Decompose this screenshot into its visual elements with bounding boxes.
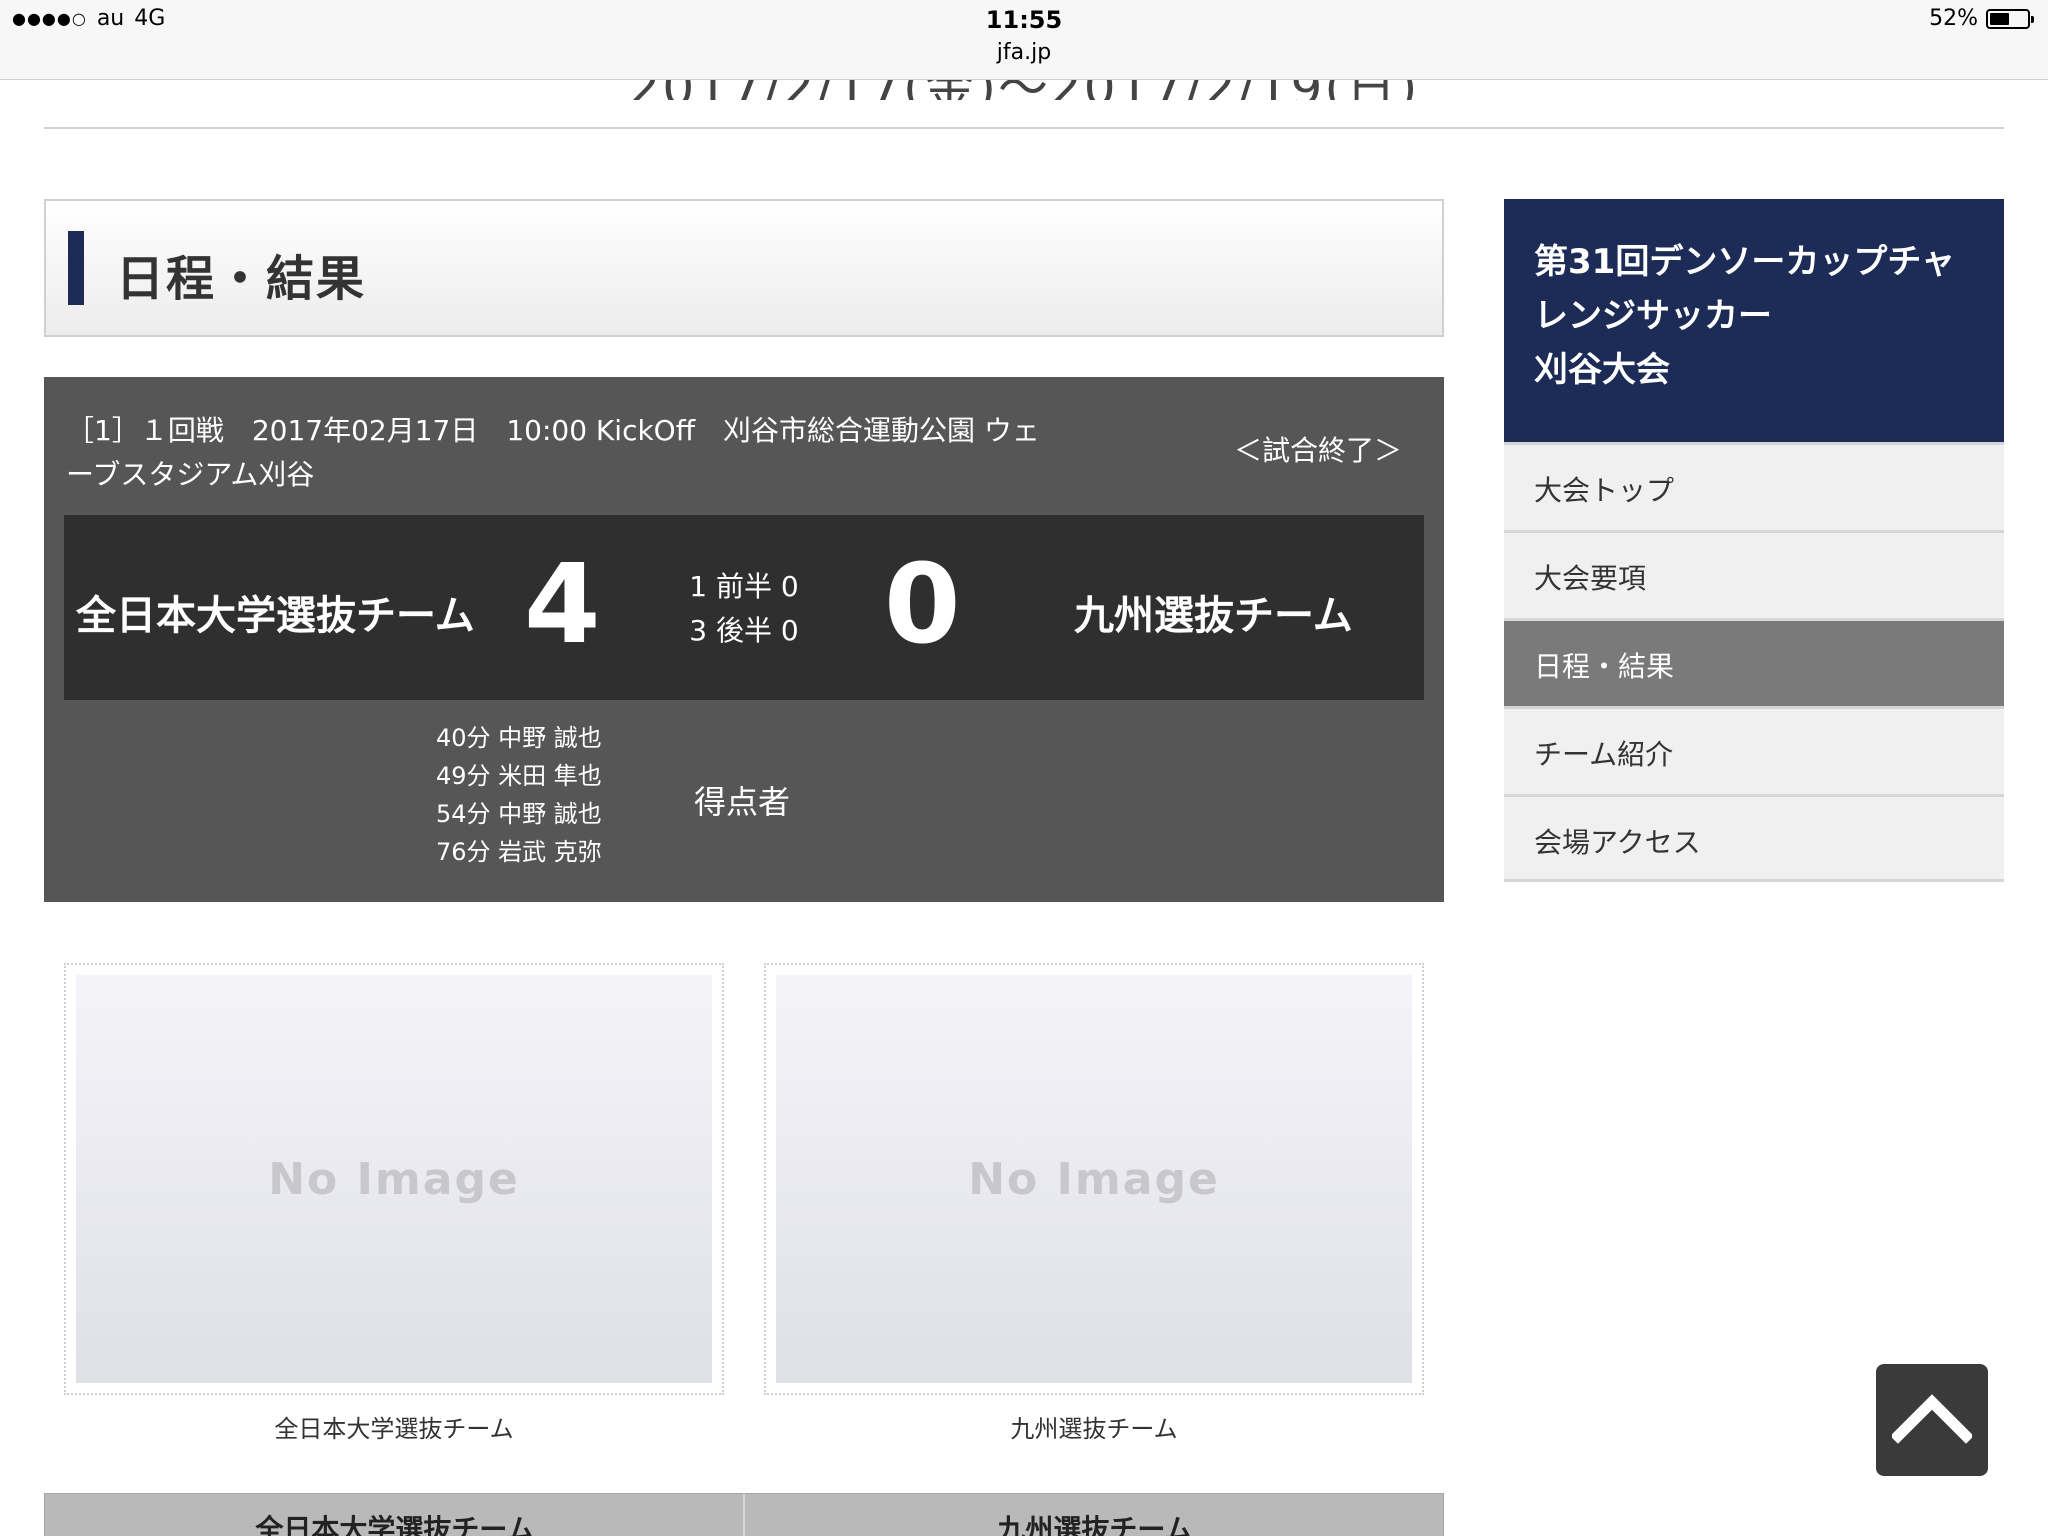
no-image-placeholder: No Image [76,975,712,1383]
team-image-caption: 九州選抜チーム [1010,1415,1178,1443]
away-score: 0 [884,540,961,668]
address-bar-url[interactable]: jfa.jp [0,40,2048,65]
match-panel: ［1］１回戦 2017年02月17日 10:00 KickOff 刈谷市総合運動… [44,377,1444,902]
lineup-table-header: 全日本大学選抜チーム 九州選抜チーム [44,1493,1444,1536]
scorers-label: 得点者 [694,783,791,821]
battery-percent: 52% [1929,6,1978,31]
tournament-title-line: レンジサッカー [1534,296,1772,336]
divider [44,127,2004,129]
heading-accent-bar [68,231,84,305]
page-heading-box: 日程・結果 [44,199,1444,337]
scorer-entry: 54分 中野 誠也 [436,800,602,828]
page-title: 日程・結果 [116,251,367,307]
clock: 11:55 [985,6,1063,34]
tournament-title[interactable]: 第31回デンソーカップチャ レンジサッカー 刈谷大会 [1504,199,2004,442]
tournament-title-line: 第31回デンソーカップチャ [1534,242,1955,282]
first-half-score: 1 前半 0 [689,570,799,603]
sidebar-item-top[interactable]: 大会トップ [1504,442,2004,530]
scorer-entry: 76分 岩武 克弥 [436,838,602,866]
match-status: ＜試合終了＞ [1233,434,1402,467]
date-strip: 2017/2/17(金)～2017/2/19(日) [0,80,2048,100]
sidebar-item-schedule-results[interactable]: 日程・結果 [1504,618,2004,706]
sidebar-item-teams[interactable]: チーム紹介 [1504,706,2004,794]
no-image-placeholder: No Image [776,975,1412,1383]
battery-fill [1990,12,2009,25]
status-right: 52% [1929,6,2034,31]
lineup-header-away: 九州選抜チーム [997,1513,1193,1536]
second-half-score: 3 後半 0 [689,614,799,647]
half-scores: 1 前半 0 3 後半 0 [664,565,824,653]
back-to-top-button[interactable] [1876,1364,1988,1476]
sidebar-nav: 大会トップ 大会要項 日程・結果 チーム紹介 会場アクセス [1504,442,2004,882]
away-team-name[interactable]: 九州選抜チーム [1074,583,1353,641]
match-info: ［1］１回戦 2017年02月17日 10:00 KickOff 刈谷市総合運動… [66,414,1040,491]
scorer-entry: 40分 中野 誠也 [436,724,602,752]
tournament-dates: 2017/2/17(金)～2017/2/19(日) [0,80,2048,100]
home-score: 4 [524,540,601,668]
home-scorers: 40分 中野 誠也 49分 米田 隼也 54分 中野 誠也 76分 岩武 克弥 [436,719,602,871]
battery-icon [1986,8,2034,29]
home-team-card: No Image 全日本大学選抜チーム [64,963,724,1444]
lineup-header-home: 全日本大学選抜チーム [255,1513,535,1536]
chevron-up-icon [1892,1394,1972,1444]
team-image-frame: No Image [764,963,1424,1395]
scorer-entry: 49分 米田 隼也 [436,762,602,790]
home-team-name[interactable]: 全日本大学選抜チーム [76,583,475,641]
away-team-card: No Image 九州選抜チーム [764,963,1424,1444]
tournament-title-line: 刈谷大会 [1534,350,1670,390]
team-image-frame: No Image [64,963,724,1395]
team-image-caption: 全日本大学選抜チーム [274,1415,514,1443]
scoreboard: 全日本大学選抜チーム 4 1 前半 0 3 後半 0 0 九州選抜チーム [64,515,1424,700]
status-bar: ●●●●○ au 4G 11:55 jfa.jp 52% [0,0,2048,80]
sidebar-item-guidelines[interactable]: 大会要項 [1504,530,2004,618]
sidebar-item-venue-access[interactable]: 会場アクセス [1504,794,2004,882]
